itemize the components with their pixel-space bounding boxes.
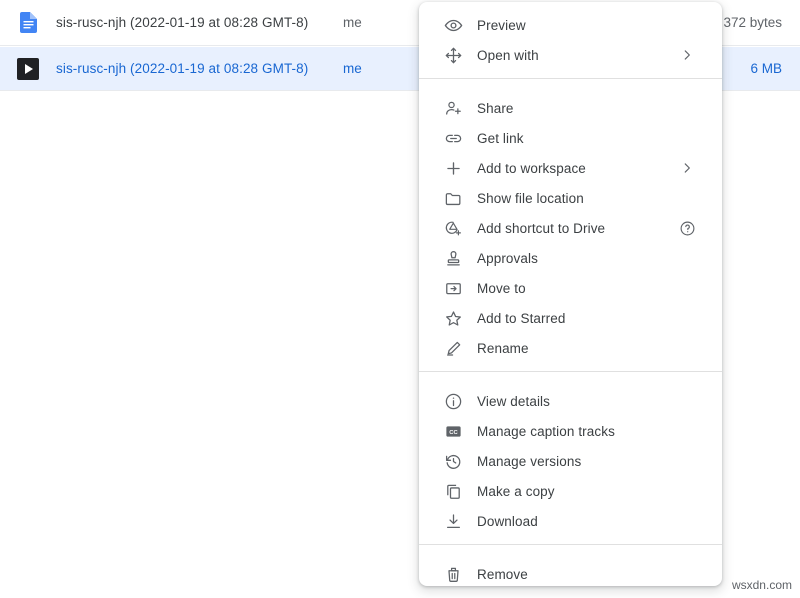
menu-item-get-link[interactable]: Get link [419,123,722,153]
menu-item-label: Rename [477,341,712,356]
approvals-stamp-icon [443,248,463,268]
svg-text:CC: CC [449,430,458,436]
menu-item-add-shortcut-to-drive[interactable]: Add shortcut to Drive [419,213,722,243]
menu-item-label: Manage versions [477,454,712,469]
menu-item-label: Get link [477,131,712,146]
menu-item-manage-caption-tracks[interactable]: CC Manage caption tracks [419,416,722,446]
video-file-icon [17,58,39,80]
menu-item-rename[interactable]: Rename [419,333,722,363]
menu-divider [419,78,722,79]
trash-icon [443,564,463,584]
context-menu: Preview Open with [419,2,722,586]
play-triangle-icon [25,64,33,74]
menu-item-label: Approvals [477,251,712,266]
move-to-icon [443,278,463,298]
info-icon [443,391,463,411]
menu-item-download[interactable]: Download [419,506,722,536]
menu-item-label: Download [477,514,712,529]
eye-icon [443,15,463,35]
menu-item-label: Show file location [477,191,712,206]
plus-icon [443,158,463,178]
file-type-icon-cell [0,12,56,33]
menu-item-open-with[interactable]: Open with [419,40,722,70]
menu-item-label: Open with [477,48,676,63]
menu-item-approvals[interactable]: Approvals [419,243,722,273]
open-with-icon [443,45,463,65]
watermark: wsxdn.com [732,578,792,592]
chevron-right-icon [676,45,698,65]
menu-divider [419,544,722,545]
file-name: sis-rusc-njh (2022-01-19 at 08:28 GMT-8) [56,61,343,76]
menu-item-make-a-copy[interactable]: Make a copy [419,476,722,506]
menu-item-manage-versions[interactable]: Manage versions [419,446,722,476]
menu-divider [419,371,722,372]
download-icon [443,511,463,531]
menu-item-move-to[interactable]: Move to [419,273,722,303]
menu-item-label: Add to Starred [477,311,712,326]
menu-item-preview[interactable]: Preview [419,10,722,40]
menu-item-label: Make a copy [477,484,712,499]
link-icon [443,128,463,148]
menu-item-view-details[interactable]: View details [419,386,722,416]
file-type-icon-cell [0,58,56,80]
file-name: sis-rusc-njh (2022-01-19 at 08:28 GMT-8) [56,15,343,30]
menu-section-open: Preview Open with [419,10,722,70]
menu-item-label: Move to [477,281,712,296]
menu-section-manage: View details CC Manage caption tracks Ma… [419,380,722,536]
copy-icon [443,481,463,501]
menu-section-remove: Remove [419,553,722,586]
menu-item-label: Share [477,101,712,116]
closed-caption-icon: CC [443,421,463,441]
menu-item-share[interactable]: Share [419,93,722,123]
menu-item-label: Remove [477,567,712,582]
document-icon [20,12,37,33]
help-icon[interactable] [676,218,698,238]
pencil-icon [443,338,463,358]
menu-item-label: Manage caption tracks [477,424,712,439]
menu-item-remove[interactable]: Remove [419,559,722,586]
chevron-right-icon [676,158,698,178]
menu-item-label: View details [477,394,712,409]
star-icon [443,308,463,328]
history-icon [443,451,463,471]
folder-icon [443,188,463,208]
add-shortcut-icon [443,218,463,238]
person-add-icon [443,98,463,118]
menu-section-actions: Share Get link Add to workspace [419,87,722,363]
menu-item-show-file-location[interactable]: Show file location [419,183,722,213]
menu-item-add-to-starred[interactable]: Add to Starred [419,303,722,333]
menu-item-add-to-workspace[interactable]: Add to workspace [419,153,722,183]
menu-item-label: Add to workspace [477,161,676,176]
menu-item-label: Preview [477,18,712,33]
menu-item-label: Add shortcut to Drive [477,221,676,236]
